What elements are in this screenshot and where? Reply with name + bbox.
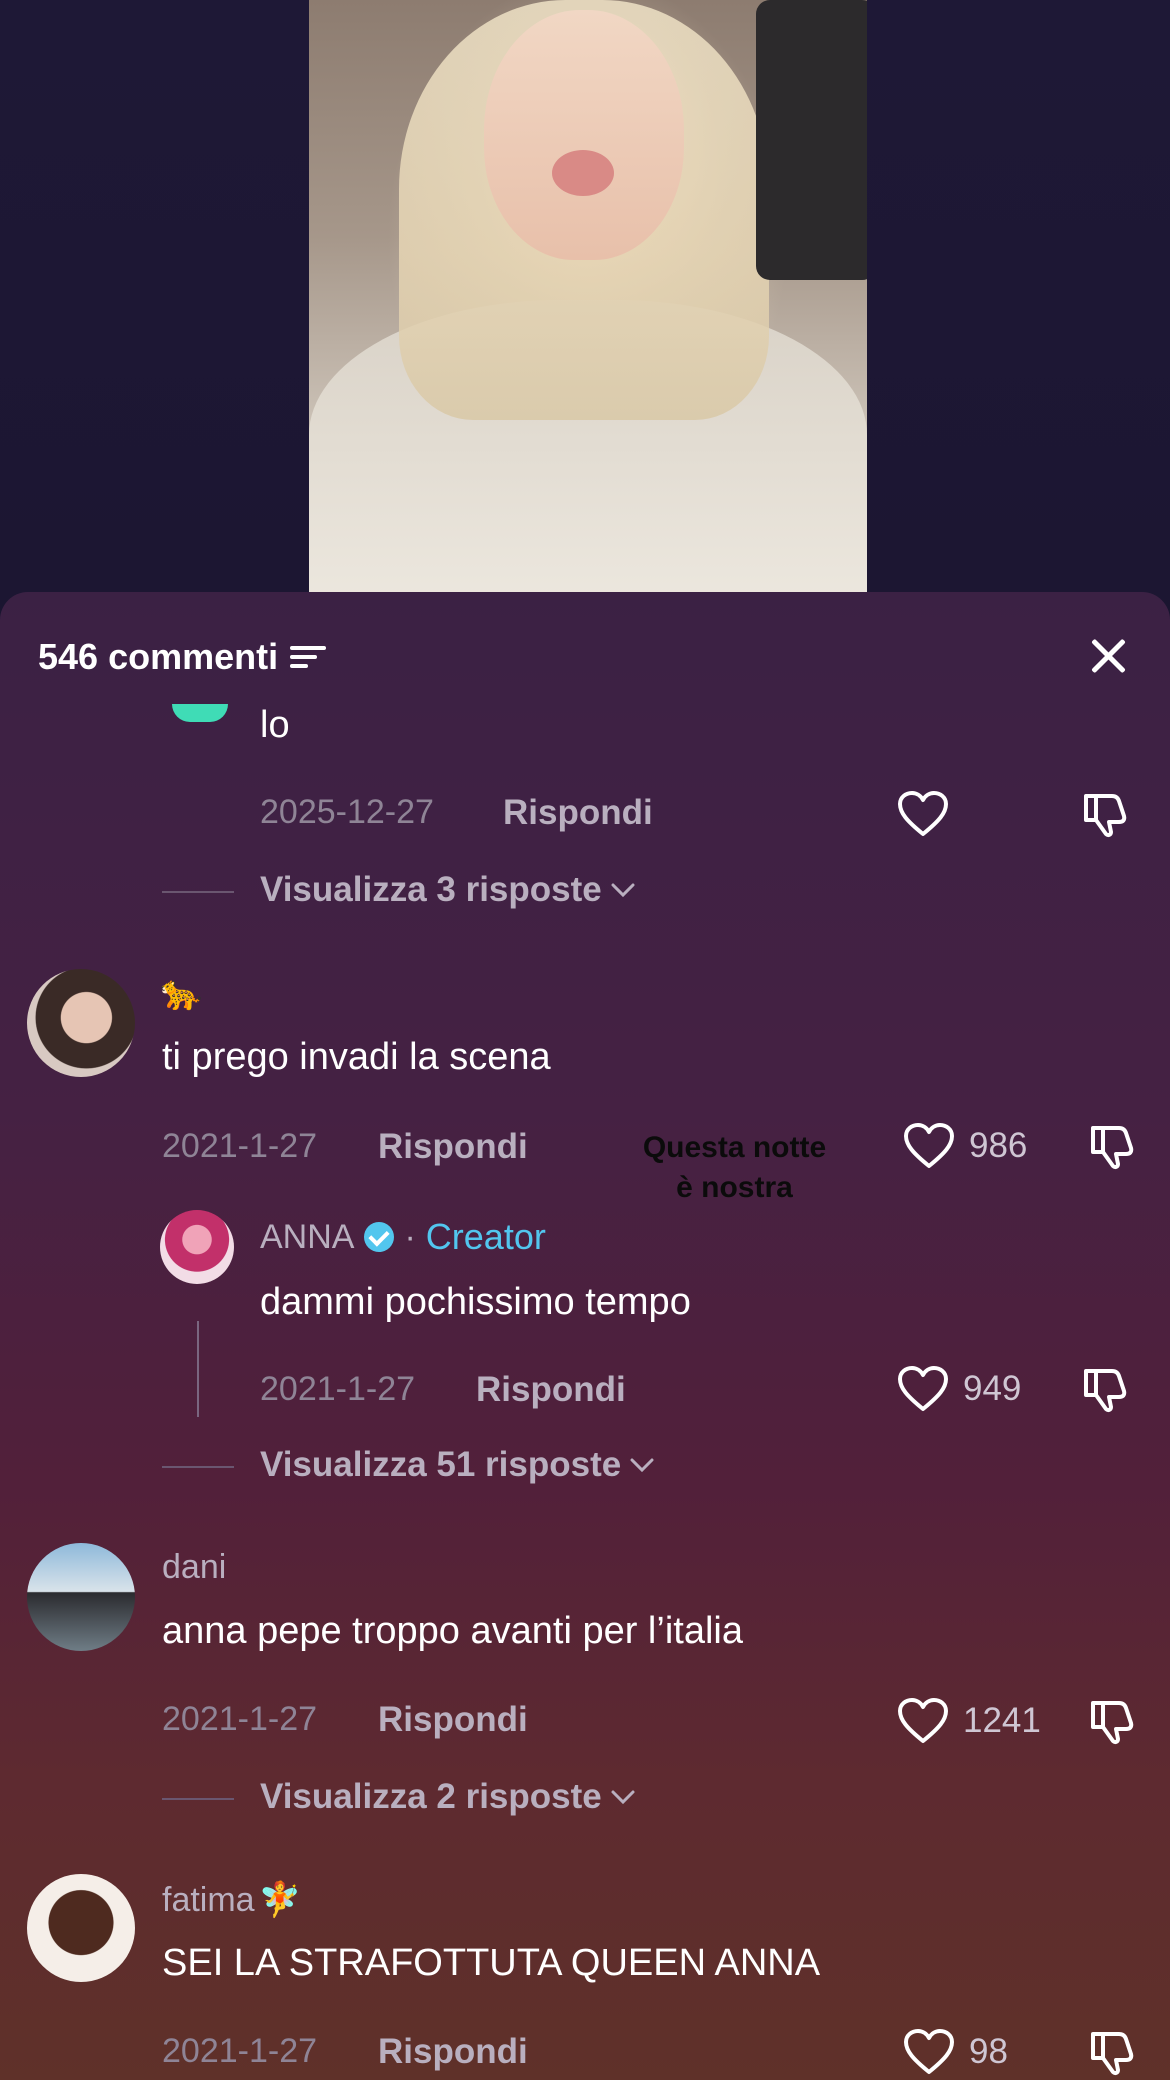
sticker-line: è nostra bbox=[676, 1171, 793, 1204]
reply-button[interactable]: Rispondi bbox=[476, 1370, 626, 1410]
like-count: 949 bbox=[963, 1369, 1022, 1408]
replies-divider bbox=[162, 891, 234, 893]
thumbs-down-icon[interactable] bbox=[1080, 790, 1132, 838]
avatar[interactable] bbox=[27, 1543, 135, 1651]
view-replies-label: Visualizza 51 risposte bbox=[260, 1445, 622, 1484]
heart-icon[interactable] bbox=[903, 2028, 955, 2076]
reply-button[interactable]: Rispondi bbox=[378, 1127, 528, 1167]
sticker-line: Questa notte bbox=[642, 1131, 827, 1164]
verified-badge-icon bbox=[364, 1222, 395, 1252]
comment-date: 2021-1-27 bbox=[260, 1370, 416, 1408]
comment-date: 2021-1-27 bbox=[162, 2032, 318, 2070]
comment-date: 2021-1-27 bbox=[162, 1127, 318, 1165]
username-row: fatima 🧚 bbox=[162, 1880, 301, 1920]
video-figure-phone bbox=[756, 0, 867, 280]
comment-text: SEI LA STRAFOTTUTA QUEEN ANNA bbox=[162, 1942, 821, 1984]
video-figure-lips bbox=[552, 150, 614, 196]
reply-button[interactable]: Rispondi bbox=[378, 1700, 528, 1740]
chevron-down-icon bbox=[611, 883, 635, 898]
heart-icon[interactable] bbox=[903, 1122, 955, 1170]
comment-date: 2021-1-27 bbox=[162, 1700, 318, 1738]
thumbs-down-icon[interactable] bbox=[1087, 2028, 1139, 2076]
heart-icon[interactable] bbox=[897, 1697, 949, 1745]
comments-header: 546 commenti bbox=[38, 633, 327, 681]
filter-icon[interactable] bbox=[290, 642, 327, 672]
reply-button[interactable]: Rispondi bbox=[378, 2032, 528, 2072]
chevron-down-icon bbox=[630, 1458, 654, 1473]
video-text-sticker: Questa notte è nostra bbox=[612, 1128, 857, 1208]
view-replies-button[interactable]: Visualizza 51 risposte bbox=[260, 1445, 655, 1485]
thumbs-down-icon[interactable] bbox=[1080, 1365, 1132, 1413]
video-player[interactable] bbox=[309, 0, 867, 592]
separator: · bbox=[404, 1217, 416, 1256]
creator-label: Creator bbox=[425, 1216, 546, 1257]
close-icon[interactable] bbox=[1084, 632, 1132, 680]
thumbs-down-icon[interactable] bbox=[1087, 1697, 1139, 1745]
username[interactable]: ANNA bbox=[260, 1218, 354, 1257]
comment-text: lo bbox=[260, 704, 290, 746]
view-replies-label: Visualizza 3 risposte bbox=[260, 870, 602, 909]
chevron-down-icon bbox=[611, 1790, 635, 1805]
comment-text: anna pepe troppo avanti per l’italia bbox=[162, 1610, 743, 1652]
like-count: 1241 bbox=[963, 1701, 1041, 1740]
username[interactable]: fatima bbox=[162, 1881, 255, 1920]
like-count: 98 bbox=[969, 2032, 1008, 2071]
comment-text: ti prego invadi la scena bbox=[162, 1036, 551, 1078]
username-emoji: 🐆 bbox=[160, 974, 203, 1012]
like-count: 986 bbox=[969, 1126, 1028, 1165]
heart-icon[interactable] bbox=[897, 1365, 949, 1413]
replies-divider bbox=[162, 1466, 234, 1468]
avatar[interactable] bbox=[160, 1210, 234, 1284]
username-emoji: 🧚 bbox=[258, 1881, 301, 1919]
replies-divider bbox=[162, 1798, 234, 1800]
view-replies-button[interactable]: Visualizza 3 risposte bbox=[260, 870, 636, 910]
reply-thread-line bbox=[197, 1321, 199, 1417]
username[interactable]: dani bbox=[162, 1548, 226, 1587]
comment-date: 2025-12-27 bbox=[260, 793, 434, 831]
avatar[interactable] bbox=[27, 1874, 135, 1982]
reply-button[interactable]: Rispondi bbox=[503, 793, 653, 833]
avatar[interactable] bbox=[27, 969, 135, 1077]
view-replies-button[interactable]: Visualizza 2 risposte bbox=[260, 1777, 636, 1817]
thumbs-down-icon[interactable] bbox=[1087, 1122, 1139, 1170]
view-replies-label: Visualizza 2 risposte bbox=[260, 1777, 602, 1816]
heart-icon[interactable] bbox=[897, 790, 949, 838]
reply-username-row: ANNA · Creator bbox=[260, 1216, 546, 1258]
video-figure-face bbox=[484, 10, 684, 260]
comments-count: 546 commenti bbox=[38, 636, 279, 677]
comment-text: dammi pochissimo tempo bbox=[260, 1281, 691, 1323]
